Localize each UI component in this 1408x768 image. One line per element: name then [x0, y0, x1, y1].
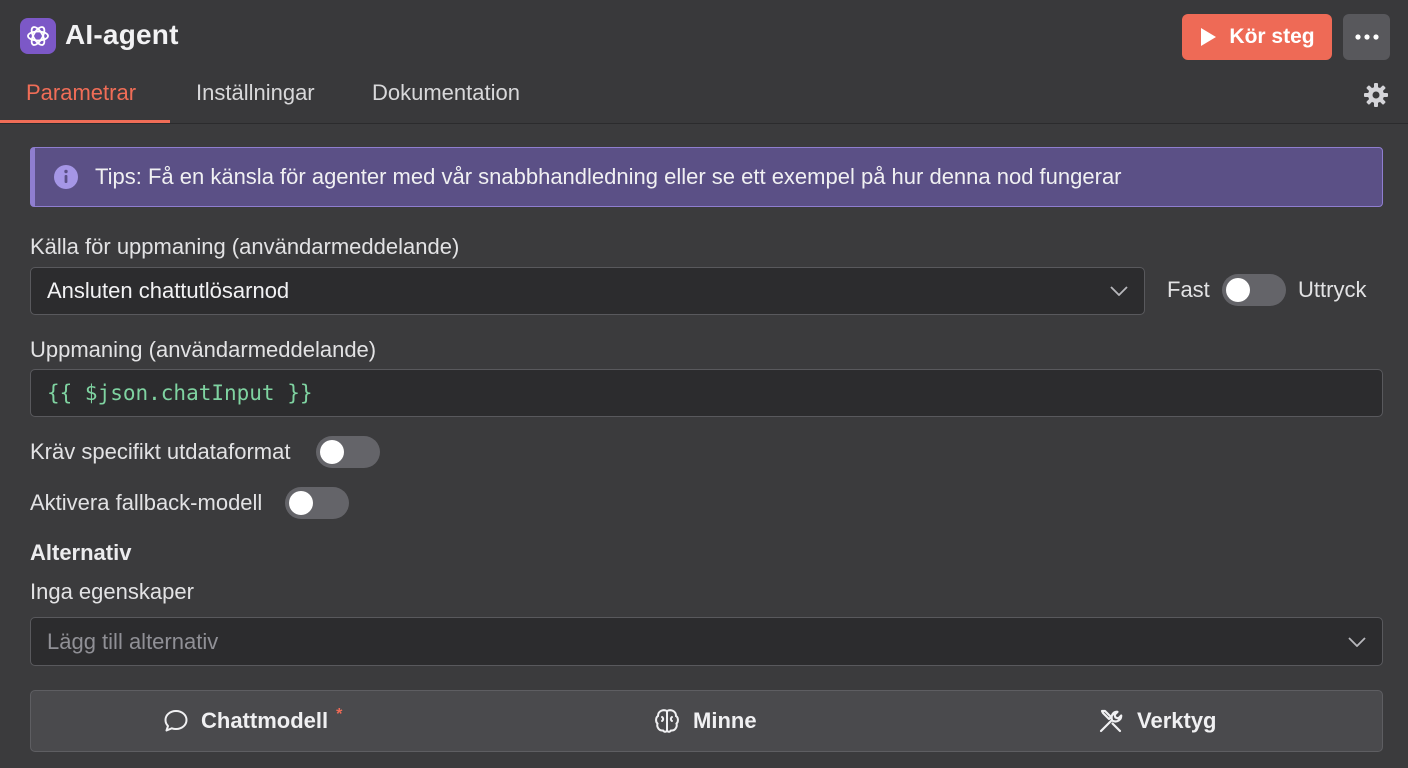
run-step-button[interactable]: Kör steg [1182, 14, 1332, 60]
play-icon [1201, 28, 1217, 46]
tools-icon [1099, 709, 1123, 733]
toggle-knob [1226, 278, 1250, 302]
add-option-placeholder: Lägg till alternativ [47, 628, 219, 654]
tools-connection[interactable]: Verktyg [1097, 691, 1217, 751]
require-format-label: Kräv specifikt utdataformat [30, 439, 291, 464]
tab-settings[interactable]: Inställningar [196, 80, 315, 106]
prompt-label: Uppmaning (användarmeddelande) [30, 337, 377, 362]
chat-model-connection[interactable]: Chattmodell * [163, 691, 342, 751]
chat-bubble-icon [164, 710, 188, 732]
no-properties-text: Inga egenskaper [30, 579, 194, 604]
fallback-model-label: Aktivera fallback-modell [30, 490, 263, 515]
fixed-mode-label: Fast [1167, 277, 1210, 302]
required-marker: * [336, 706, 343, 723]
info-icon [54, 165, 78, 189]
sub-node-connections: Chattmodell * Minne Verktyg [30, 690, 1383, 752]
fallback-model-toggle[interactable] [285, 487, 349, 519]
expression-mode-label: Uttryck [1298, 277, 1367, 302]
chat-model-label: Chattmodell [201, 708, 329, 733]
ai-model-icon [20, 18, 56, 54]
brain-icon [655, 709, 679, 733]
ellipsis-icon [1354, 34, 1379, 40]
require-format-toggle[interactable] [316, 436, 380, 468]
tip-notice: Tips: Få en känsla för agenter med vår s… [30, 147, 1383, 207]
prompt-source-label: Källa för uppmaning (användarmeddelande) [30, 234, 460, 259]
tip-text: Tips: Få en känsla för agenter med vår s… [95, 164, 1122, 189]
chevron-down-icon [1348, 636, 1366, 647]
tools-label: Verktyg [1137, 708, 1217, 733]
more-options-button[interactable] [1343, 14, 1390, 60]
add-option-select[interactable]: Lägg till alternativ [30, 617, 1383, 666]
memory-connection[interactable]: Minne [653, 691, 757, 751]
chevron-down-icon [1110, 286, 1128, 296]
node-header: AI-agent Kör steg Parametrar Inställning… [0, 0, 1408, 124]
node-title: AI-agent [65, 19, 179, 50]
tab-bar: Parametrar Inställningar Dokumentation [0, 70, 1408, 124]
prompt-source-value: Ansluten chattutlösarnod [47, 278, 290, 303]
toggle-knob [289, 491, 313, 515]
run-step-label: Kör steg [1229, 25, 1315, 48]
prompt-expression-input[interactable]: {{ $json.chatInput }} [30, 369, 1383, 417]
fixed-expression-toggle[interactable] [1222, 274, 1286, 306]
gear-icon[interactable] [1363, 82, 1389, 108]
prompt-expression-value: {{ $json.chatInput }} [47, 381, 313, 405]
toggle-knob [320, 440, 344, 464]
memory-label: Minne [693, 708, 757, 733]
options-section-title: Alternativ [30, 540, 132, 565]
tab-documentation[interactable]: Dokumentation [372, 80, 520, 106]
prompt-source-select[interactable]: Ansluten chattutlösarnod [30, 267, 1145, 315]
active-tab-indicator [0, 120, 170, 123]
tab-parameters[interactable]: Parametrar [26, 80, 136, 106]
